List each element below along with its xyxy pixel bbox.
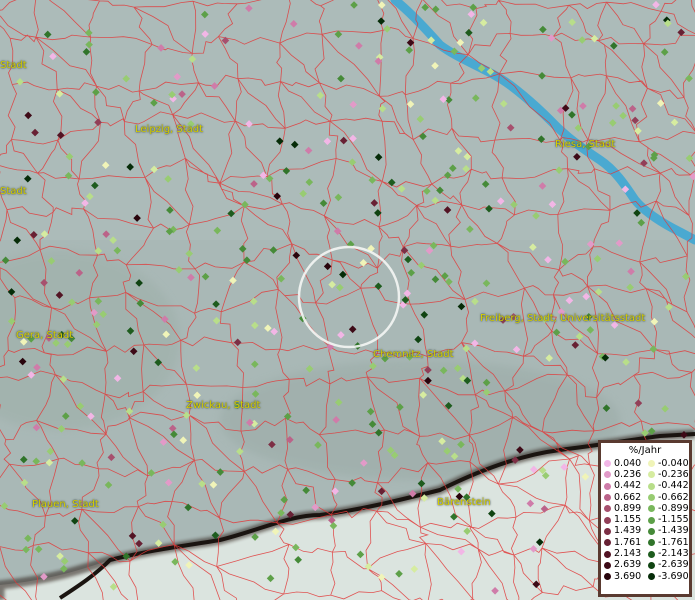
legend-swatch	[604, 550, 611, 558]
legend-row: 3.690 -3.690	[601, 571, 689, 582]
legend-value: 0.442	[614, 480, 642, 492]
legend-entry-negative: -1.155	[645, 515, 689, 525]
legend-entry-positive: 0.899	[601, 502, 645, 514]
terrain-layer	[0, 0, 695, 600]
legend-entry-positive: 3.690	[601, 570, 645, 582]
legend-swatch	[604, 561, 611, 569]
legend-entry-positive: 2.143	[601, 549, 645, 559]
legend-row: 1.439 -1.439	[601, 526, 689, 537]
legend-swatch	[648, 516, 655, 524]
legend-swatch	[648, 494, 655, 502]
city-label-leipzig: Leipzig, Stadt	[135, 124, 204, 135]
city-label-baerenstein: Bärenstein	[437, 497, 491, 508]
legend-entry-negative: -2.143	[645, 549, 689, 559]
legend-value: 0.899	[614, 502, 642, 514]
legend-entry-negative: -0.040	[645, 457, 689, 469]
legend-value: -0.899	[658, 502, 689, 514]
legend-swatch	[648, 471, 655, 479]
legend-value: 0.236	[614, 468, 642, 480]
legend-entry-negative: -0.442	[645, 481, 689, 491]
legend-entry-negative: -0.899	[645, 502, 689, 514]
legend-swatch	[604, 471, 611, 479]
legend-value: 0.662	[614, 491, 642, 503]
legend-row: 2.639 -2.639	[601, 560, 689, 571]
legend-swatch	[648, 460, 655, 468]
legend-row: 0.442 -0.442	[601, 481, 689, 492]
legend-entry-positive: 0.040	[601, 457, 645, 469]
legend-swatch	[604, 539, 611, 547]
legend-value: 2.143	[614, 548, 642, 560]
legend-value: -1.155	[658, 514, 689, 526]
legend-swatch	[604, 516, 611, 524]
legend-swatch	[604, 527, 611, 535]
city-label-partial-1: Stadt	[0, 60, 27, 71]
legend-swatch	[648, 561, 655, 569]
legend-row: 0.040 -0.040	[601, 458, 689, 469]
legend-entry-negative: -2.639	[645, 560, 689, 570]
legend-entry-positive: 2.639	[601, 560, 645, 570]
legend-value: -3.690	[658, 570, 689, 582]
legend-value: -1.439	[658, 525, 689, 537]
legend-value: 2.639	[614, 559, 642, 571]
legend-entry-positive: 1.155	[601, 515, 645, 525]
city-label-zwickau: Zwickau, Stadt	[186, 400, 261, 411]
legend-value: 1.439	[614, 525, 642, 537]
legend-swatch	[648, 482, 655, 490]
legend-row: 0.899 -0.899	[601, 503, 689, 514]
legend-swatch	[604, 460, 611, 468]
legend-value: -2.639	[658, 559, 689, 571]
legend-entry-negative: -0.236	[645, 468, 689, 480]
legend-value: -0.442	[658, 480, 689, 492]
legend-rows: 0.040 -0.040 0.236 -0.236 0.442 -0.442 0.662 -0…	[601, 458, 689, 582]
legend-entry-positive: 0.236	[601, 468, 645, 480]
legend-value: -2.143	[658, 548, 689, 560]
legend-swatch	[604, 494, 611, 502]
city-label-plauen: Plauen, Stadt	[32, 499, 99, 510]
legend-value: 1.155	[614, 514, 642, 526]
city-label-freiberg: Freiberg, Stadt, Universitätsstadt	[480, 313, 646, 324]
city-label-riesa: Riesa, Stadt	[555, 139, 616, 150]
legend-value: -0.040	[658, 457, 689, 469]
legend-row: 1.155 -1.155	[601, 514, 689, 525]
legend-value: 0.040	[614, 457, 642, 469]
legend-entry-negative: -3.690	[645, 570, 689, 582]
legend-swatch	[604, 482, 611, 490]
legend-entry-positive: 1.761	[601, 536, 645, 548]
legend-entry-negative: -0.662	[645, 491, 689, 503]
map-view[interactable]: Leipzig, Stadt Riesa, Stadt Gera, Stadt …	[0, 0, 695, 600]
legend-value: -0.662	[658, 491, 689, 503]
legend-swatch	[604, 505, 611, 513]
legend-entry-positive: 0.662	[601, 491, 645, 503]
legend-swatch	[648, 573, 655, 581]
legend-value: 1.761	[614, 536, 642, 548]
legend-row: 0.236 -0.236	[601, 469, 689, 480]
city-label-partial-2: Stadt	[0, 186, 27, 197]
legend-value: 3.690	[614, 570, 642, 582]
legend-swatch	[648, 505, 655, 513]
legend-entry-positive: 1.439	[601, 526, 645, 536]
legend-row: 1.761 -1.761	[601, 537, 689, 548]
legend-row: 2.143 -2.143	[601, 548, 689, 559]
legend-swatch	[648, 550, 655, 558]
legend-swatch	[604, 573, 611, 581]
legend: %/Jahr 0.040 -0.040 0.236 -0.236 0.442 -0.442…	[598, 440, 692, 597]
legend-row: 0.662 -0.662	[601, 492, 689, 503]
city-label-gera: Gera, Stadt	[16, 330, 74, 341]
legend-swatch	[648, 527, 655, 535]
legend-value: -0.236	[658, 468, 689, 480]
legend-entry-negative: -1.761	[645, 536, 689, 548]
city-label-chemnitz: Chemnitz, Stadt	[373, 349, 454, 360]
legend-entry-negative: -1.439	[645, 526, 689, 536]
legend-swatch	[648, 539, 655, 547]
legend-value: -1.761	[658, 536, 689, 548]
legend-title: %/Jahr	[628, 445, 662, 456]
legend-entry-positive: 0.442	[601, 481, 645, 491]
